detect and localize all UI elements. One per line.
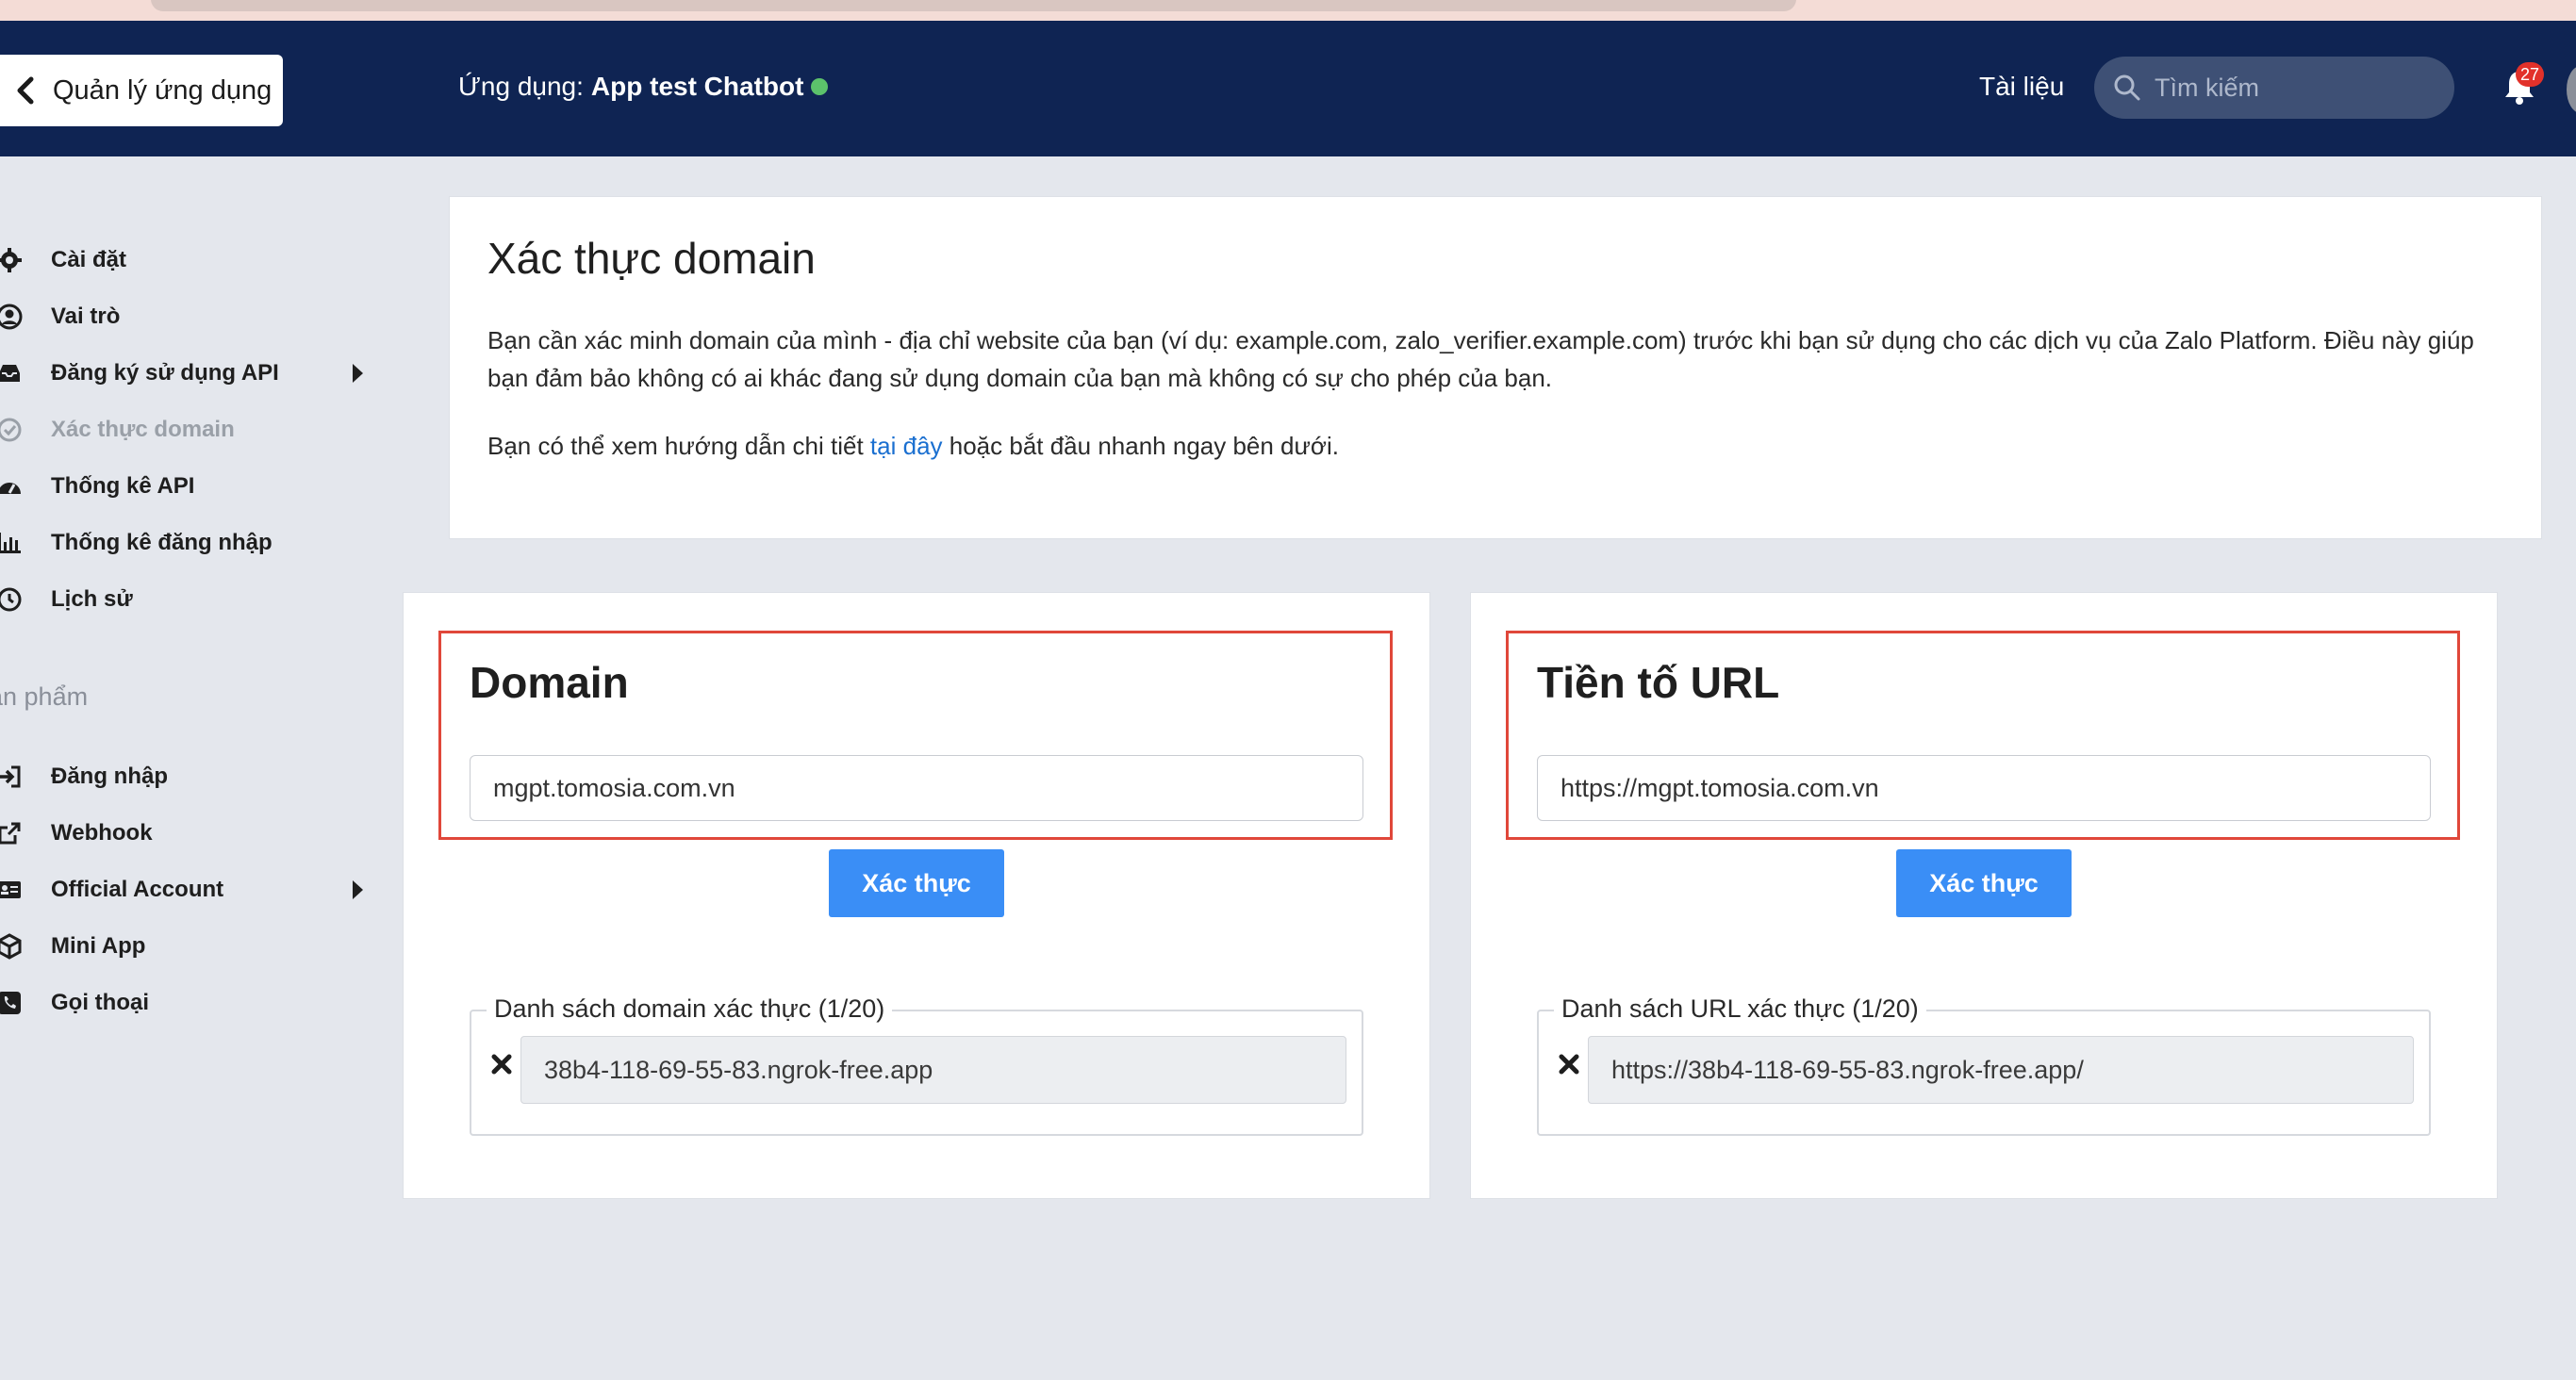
sidebar-item-label: Xác thực domain [51, 417, 235, 442]
sidebar-item-label: Lịch sử [51, 586, 133, 612]
caret-right-icon [353, 364, 363, 383]
intro-description: Bạn cần xác minh domain của mình - địa c… [487, 326, 2474, 392]
verify-url-button[interactable]: Xác thực [1896, 849, 2072, 917]
avatar[interactable] [2567, 66, 2576, 113]
phone-icon [0, 992, 21, 1014]
caret-right-icon [353, 880, 363, 899]
remove-domain-icon[interactable] [490, 1053, 513, 1076]
dashboard-icon [0, 483, 21, 494]
sidebar-item-official-account[interactable]: Official Account [0, 866, 377, 913]
intro-guide-text: Bạn có thể xem hướng dẫn chi tiết tại đâ… [487, 427, 2503, 465]
domain-card: Domain Xác thực Danh sách domain xác thự… [403, 592, 1430, 1199]
browser-strip [0, 0, 2576, 21]
check-circle-icon [0, 418, 22, 442]
sidebar-item-label: Official Account [51, 877, 224, 902]
sidebar-item-login[interactable]: Đăng nhập [0, 753, 377, 800]
id-card-icon [0, 881, 21, 898]
sidebar-item-label: Gọi thoại [51, 990, 149, 1015]
inbox-icon [0, 365, 20, 382]
search-icon [2114, 74, 2140, 101]
app-status-dot [811, 78, 829, 95]
top-header: Quản lý ứng dụng Ứng dụng: App test Chat… [0, 21, 2576, 156]
guide-text-after: hoặc bắt đầu nhanh ngay bên dưới. [942, 432, 1339, 460]
user-circle-icon [0, 304, 23, 330]
back-to-apps-button[interactable]: Quản lý ứng dụng [0, 55, 283, 126]
sign-in-icon [0, 765, 21, 788]
sidebar-item-label: Thống kê API [51, 473, 195, 499]
url-prefix-input[interactable] [1537, 755, 2431, 821]
sidebar-item-label: Cài đặt [51, 247, 127, 272]
url-card-title: Tiền tố URL [1537, 658, 1780, 707]
list-item: https://38b4-118-69-55-83.ngrok-free.app… [1588, 1036, 2414, 1104]
docs-link[interactable]: Tài liệu [1979, 72, 2064, 102]
search-box[interactable] [2094, 57, 2454, 119]
cube-icon [0, 933, 22, 960]
sidebar-item-history[interactable]: Lịch sử [0, 576, 377, 623]
app-name: App test Chatbot [590, 72, 804, 101]
app-title: Ứng dụng: App test Chatbot [458, 72, 829, 102]
gear-icon [0, 248, 22, 272]
guide-link[interactable]: tại đây [870, 432, 943, 460]
intro-card: Xác thực domain Bạn cần xác minh domain … [449, 196, 2542, 539]
sidebar-item-label: Thống kê đăng nhập [51, 530, 272, 555]
domain-input[interactable] [470, 755, 1363, 821]
app-title-prefix: Ứng dụng: [458, 72, 584, 101]
sidebar-item-api-stats[interactable]: Thống kê API [0, 463, 377, 510]
sidebar-item-label: Đăng nhập [51, 764, 168, 789]
sidebar-item-label: Webhook [51, 820, 153, 846]
address-bar-edge [151, 0, 1796, 11]
sidebar-item-api-registration[interactable]: Đăng ký sử dụng API [0, 350, 377, 397]
guide-text-before: Bạn có thể xem hướng dẫn chi tiết [487, 432, 870, 460]
bar-chart-icon [0, 533, 21, 553]
back-button-label: Quản lý ứng dụng [53, 74, 272, 106]
url-prefix-card: Tiền tố URL Xác thực Danh sách URL xác t… [1470, 592, 2498, 1199]
verify-domain-button[interactable]: Xác thực [829, 849, 1004, 917]
history-icon [0, 587, 22, 612]
sidebar-item-label: Đăng ký sử dụng API [51, 360, 279, 386]
sidebar-item-voice-call[interactable]: Gọi thoại [0, 979, 377, 1027]
page-title: Xác thực domain [487, 234, 816, 283]
domain-card-title: Domain [470, 658, 629, 707]
sidebar-item-roles[interactable]: Vai trò [0, 293, 377, 340]
sidebar-item-domain-verification[interactable]: Xác thực domain [0, 406, 377, 453]
sidebar-item-label: Vai trò [51, 304, 121, 329]
sidebar-item-settings[interactable]: Cài đặt [0, 237, 377, 284]
chevron-left-icon [17, 76, 34, 105]
list-item: 38b4-118-69-55-83.ngrok-free.app [520, 1036, 1346, 1104]
sidebar-item-mini-app[interactable]: Mini App [0, 923, 377, 970]
external-link-icon [0, 822, 21, 845]
url-list: Danh sách URL xác thực (1/20) https://38… [1537, 994, 2431, 1136]
sidebar-item-label: Mini App [51, 933, 146, 959]
sidebar-section-products: ản phẩm [0, 682, 89, 711]
url-list-legend: Danh sách URL xác thực (1/20) [1554, 994, 1926, 1024]
notification-badge: 27 [2516, 62, 2544, 87]
remove-url-icon[interactable] [1558, 1053, 1580, 1076]
sidebar: Cài đặt Vai trò Đăng ký sử dụng API Xác … [0, 156, 396, 1380]
sidebar-item-login-stats[interactable]: Thống kê đăng nhập [0, 519, 377, 567]
search-input[interactable] [2155, 73, 2437, 103]
sidebar-item-webhook[interactable]: Webhook [0, 810, 377, 857]
domain-list-legend: Danh sách domain xác thực (1/20) [487, 994, 893, 1024]
domain-list: Danh sách domain xác thực (1/20) 38b4-11… [470, 994, 1363, 1136]
